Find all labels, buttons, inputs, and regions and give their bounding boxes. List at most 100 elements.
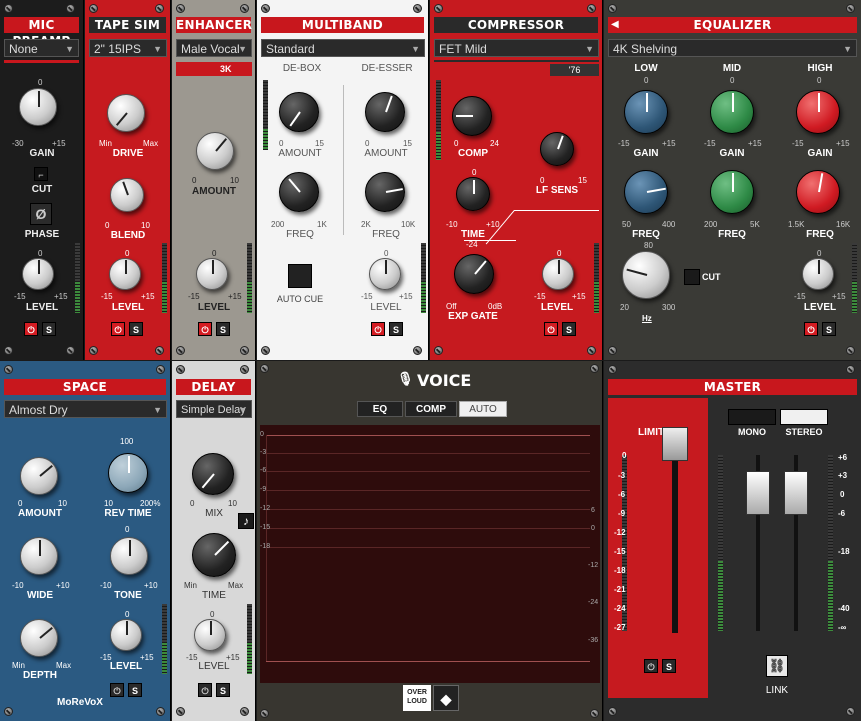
power-icon[interactable]: ⏻ (198, 322, 212, 336)
power-icon[interactable]: ⏻ (111, 322, 125, 336)
blend-knob[interactable] (110, 178, 144, 212)
solo-button[interactable]: S (562, 322, 576, 336)
tick-label: 0 (472, 168, 477, 177)
screw-icon (587, 4, 596, 13)
wide-knob[interactable] (20, 537, 58, 575)
output-meter (421, 243, 426, 313)
level-knob[interactable] (194, 619, 226, 651)
screw-icon (240, 346, 249, 355)
output-meter (162, 243, 167, 313)
tab-comp[interactable]: COMP (405, 401, 457, 417)
solo-button[interactable]: S (216, 683, 230, 697)
level-knob[interactable] (22, 258, 54, 290)
mid-freq-knob[interactable] (710, 170, 754, 214)
power-icon[interactable]: ⏻ (198, 683, 212, 697)
preset-select[interactable]: 4K Shelving ▼ (608, 39, 857, 57)
power-icon[interactable]: ⏻ (544, 322, 558, 336)
screw-icon (156, 365, 165, 374)
comp-knob[interactable] (452, 96, 492, 136)
power-icon[interactable]: ⏻ (644, 659, 658, 673)
low-freq-knob[interactable] (624, 170, 668, 214)
right-master-fader[interactable] (784, 471, 808, 515)
high-freq-knob[interactable] (796, 170, 840, 214)
gain-knob[interactable] (19, 88, 57, 126)
preset-select[interactable]: 2" 15IPS ▼ (89, 39, 167, 57)
tab-auto[interactable]: AUTO (459, 401, 507, 417)
preset-select[interactable]: Almost Dry ▼ (4, 400, 167, 418)
preset-select[interactable]: Standard ▼ (261, 39, 425, 57)
phase-button[interactable]: Ø (30, 203, 52, 225)
lf-sens-knob[interactable] (540, 132, 574, 166)
deesser-amount-knob[interactable] (365, 92, 405, 132)
output-meter (247, 604, 252, 674)
deesser-freq-knob[interactable] (365, 172, 405, 212)
level-knob[interactable] (369, 258, 401, 290)
power-icon[interactable]: ⏻ (371, 322, 385, 336)
tempo-sync-button[interactable]: ♪ (238, 513, 254, 529)
solo-button[interactable]: S (129, 322, 143, 336)
level-knob[interactable] (109, 258, 141, 290)
mono-button[interactable] (728, 409, 776, 425)
power-icon[interactable]: ⏻ (110, 683, 124, 697)
preset-select[interactable]: FET Mild ▼ (434, 39, 599, 57)
cut-icon[interactable]: ⌐ (34, 167, 48, 181)
output-meter (594, 243, 599, 313)
auto-cue-button[interactable] (288, 264, 312, 288)
amount-knob[interactable] (196, 132, 234, 170)
power-icon[interactable]: ⏻ (804, 322, 818, 336)
tick-label: -40 (838, 604, 850, 613)
output-meter (75, 243, 80, 313)
tick-label: 6 (591, 507, 595, 514)
tone-knob[interactable] (110, 537, 148, 575)
low-gain-knob[interactable] (624, 90, 668, 134)
time-knob[interactable] (192, 533, 236, 577)
exp-gate-knob[interactable] (454, 254, 494, 294)
level-knob[interactable] (110, 619, 142, 651)
gain-label: GAIN (719, 148, 745, 159)
chevron-down-icon: ▼ (238, 44, 247, 54)
solo-button[interactable]: S (662, 659, 676, 673)
drive-knob[interactable] (107, 94, 145, 132)
cut-label: CUT (702, 272, 721, 282)
mix-knob[interactable] (192, 453, 234, 495)
solo-button[interactable]: S (128, 683, 142, 697)
power-icon[interactable]: ⏻ (24, 322, 38, 336)
highpass-knob[interactable] (622, 251, 670, 299)
debox-amount-knob[interactable] (279, 92, 319, 132)
chevron-down-icon: ▼ (843, 44, 852, 54)
stereo-button[interactable] (780, 409, 828, 425)
collapse-arrow-icon[interactable]: ◀ (611, 19, 619, 30)
solo-button[interactable]: S (216, 322, 230, 336)
preset-select[interactable]: Simple Delay ▼ (176, 400, 252, 418)
preset-select[interactable]: None ▼ (4, 39, 79, 57)
left-master-fader[interactable] (746, 471, 770, 515)
time-knob[interactable] (456, 177, 490, 211)
tick-label: 0 (18, 499, 23, 508)
level-knob[interactable] (196, 258, 228, 290)
screw-icon (4, 4, 13, 13)
link-icon[interactable]: ⛓ (766, 655, 788, 677)
tick-label: 0 (125, 525, 130, 534)
high-gain-knob[interactable] (796, 90, 840, 134)
rev-time-knob[interactable] (108, 453, 148, 493)
gain-label: GAIN (29, 148, 55, 159)
level-knob[interactable] (802, 258, 834, 290)
blend-label: BLEND (110, 230, 146, 241)
level-knob[interactable] (542, 258, 574, 290)
solo-button[interactable]: S (42, 322, 56, 336)
tab-eq[interactable]: EQ (357, 401, 403, 417)
cut-button[interactable] (684, 269, 700, 285)
screw-icon (413, 346, 422, 355)
tick-label: 200 (271, 220, 285, 229)
limiter-fader[interactable] (662, 427, 688, 461)
debox-freq-knob[interactable] (279, 172, 319, 212)
freq-value: 3K (220, 64, 232, 74)
solo-button[interactable]: S (822, 322, 836, 336)
amount-knob[interactable] (20, 457, 58, 495)
preset-select[interactable]: Male Vocal ▼ (176, 39, 252, 57)
time-label: TIME (202, 590, 226, 601)
solo-button[interactable]: S (389, 322, 403, 336)
depth-knob[interactable] (20, 619, 58, 657)
mid-gain-knob[interactable] (710, 90, 754, 134)
screw-icon (156, 707, 165, 716)
